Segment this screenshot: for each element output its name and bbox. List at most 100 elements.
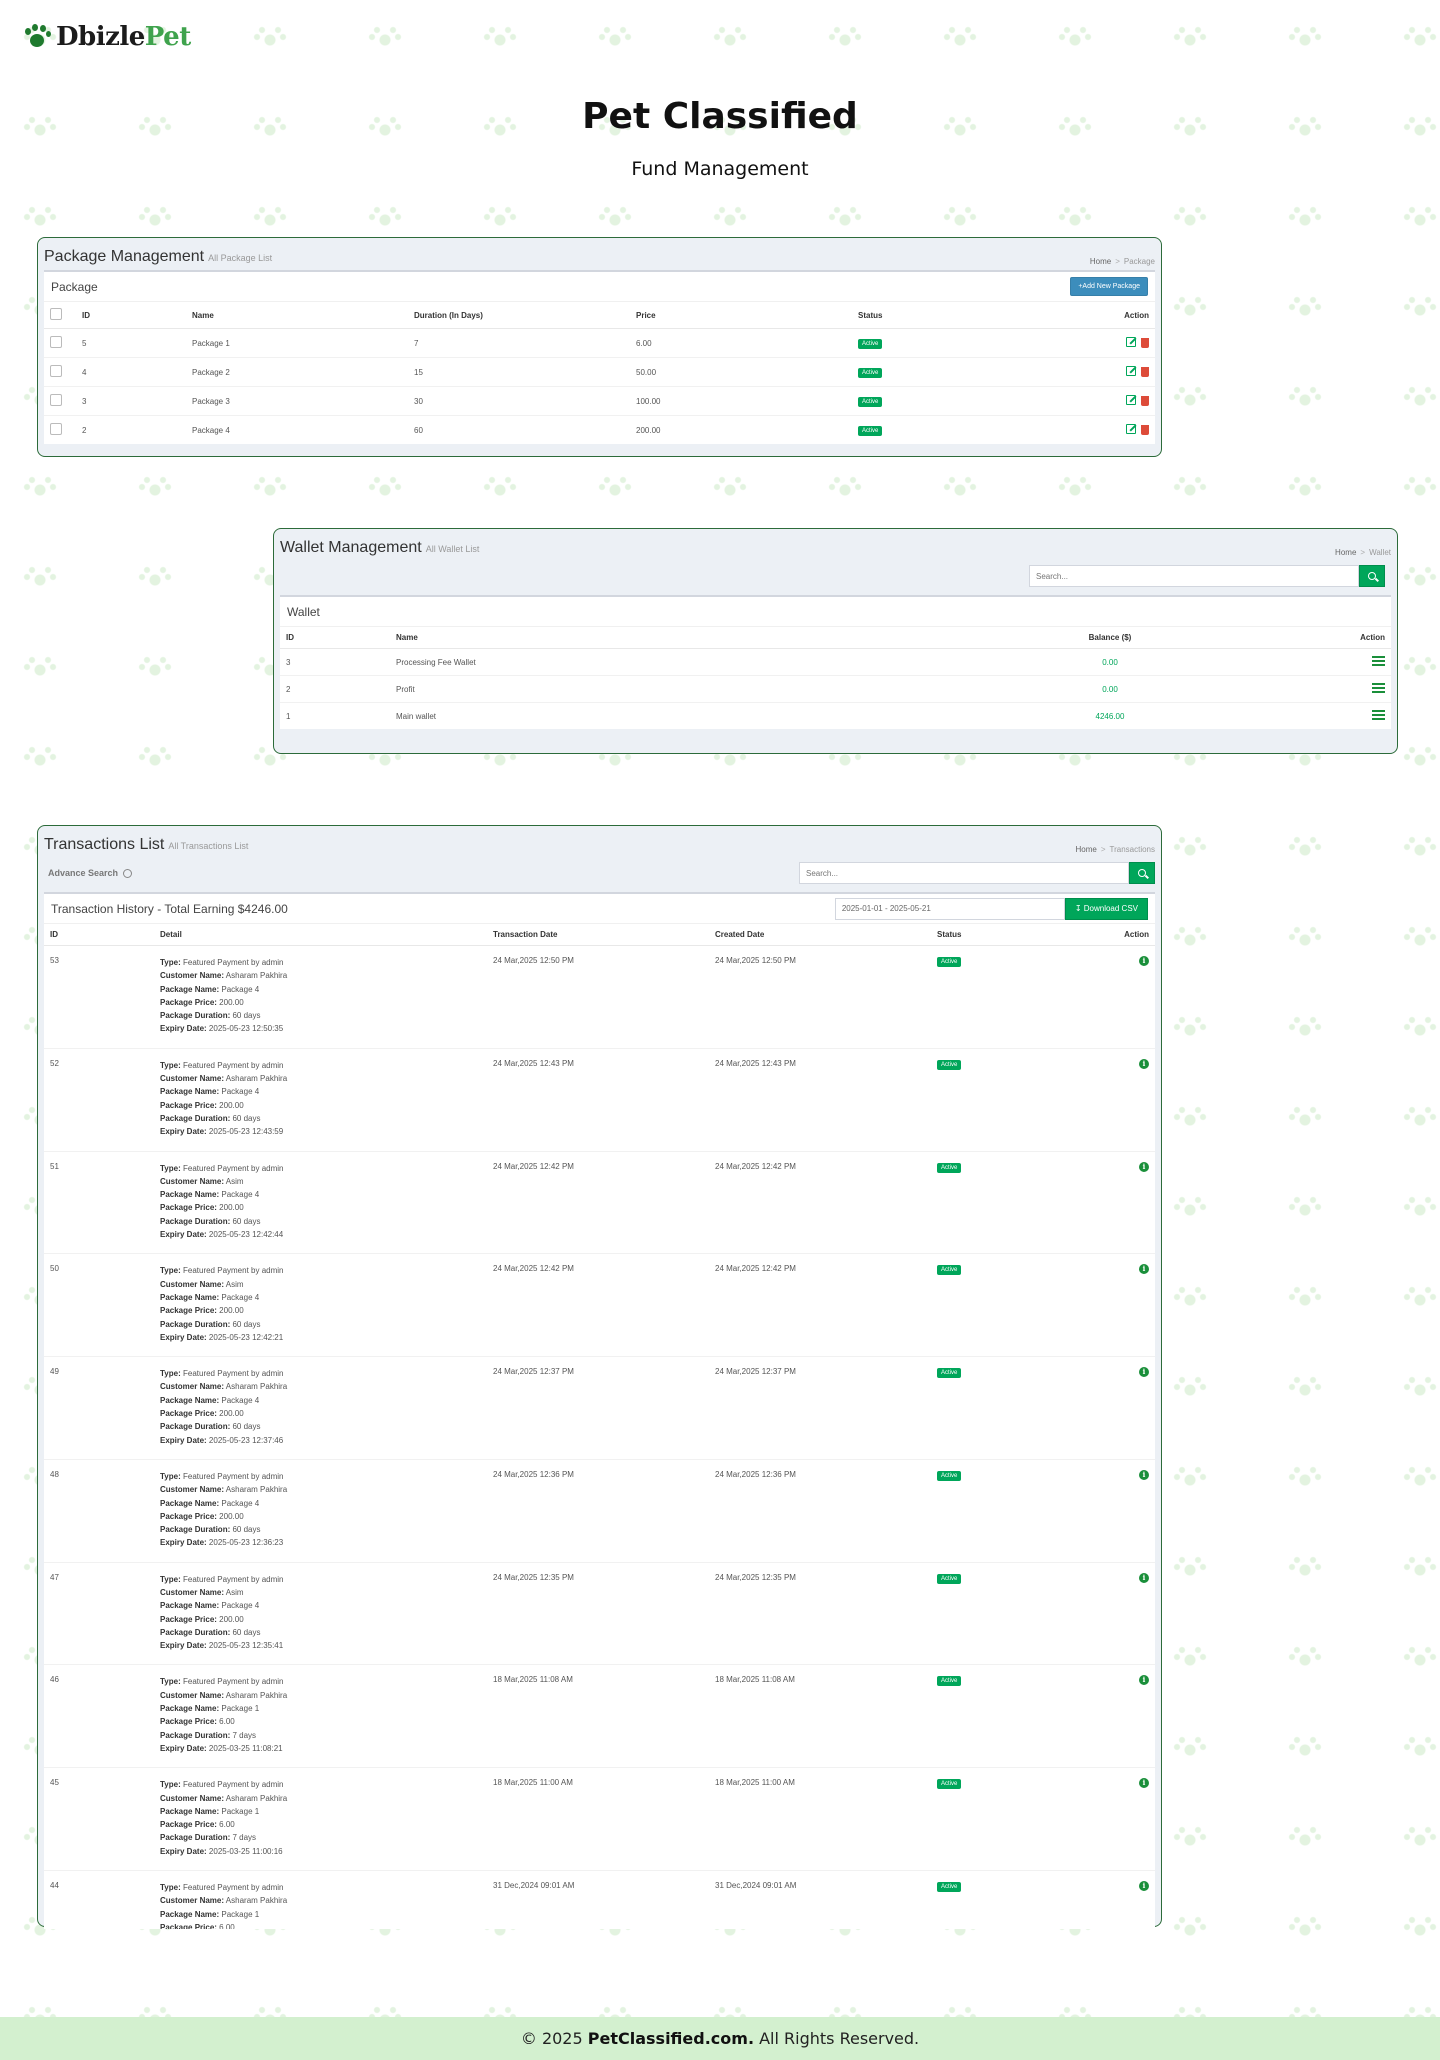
col-balance[interactable]: Balance ($) <box>1010 627 1210 649</box>
detail-pkg_name: Package Name: Package 4 <box>160 1291 481 1304</box>
download-csv-button[interactable]: ↧ Download CSV <box>1064 897 1148 920</box>
footer-site-link[interactable]: PetClassified.com. <box>588 2029 754 2048</box>
col-name[interactable]: Name <box>186 302 408 329</box>
add-new-package-button[interactable]: +Add New Package <box>1070 277 1148 296</box>
wallet-search-input[interactable] <box>1029 565 1359 587</box>
detail-label: Package Duration: <box>160 1422 231 1432</box>
table-row: 53 Type: Featured Payment by admin Custome… <box>44 945 1155 1049</box>
col-id[interactable]: ID <box>76 302 186 329</box>
edit-icon[interactable] <box>1126 366 1136 376</box>
detail-pkg_price: Package Price: 200.00 <box>160 1304 481 1317</box>
trash-icon[interactable] <box>1141 338 1149 348</box>
info-icon[interactable]: i <box>1139 1881 1149 1892</box>
cell-created-date: 24 Mar,2025 12:35 PM <box>709 1561 931 1665</box>
info-icon[interactable]: i <box>1139 1469 1149 1480</box>
breadcrumb-home[interactable]: Home <box>1335 548 1356 557</box>
breadcrumb-home[interactable]: Home <box>1090 257 1111 266</box>
breadcrumb: Home > Wallet <box>1335 548 1391 557</box>
cell-id: 46 <box>44 1664 154 1768</box>
row-checkbox[interactable] <box>50 336 62 348</box>
table-row: 2 Profit 0.00 <box>280 675 1391 703</box>
wallet-search-button[interactable] <box>1359 565 1385 587</box>
detail-label: Package Name: <box>160 1498 220 1508</box>
row-checkbox[interactable] <box>50 423 62 435</box>
cell-balance[interactable]: 0.00 <box>1010 675 1210 703</box>
info-icon[interactable]: i <box>1139 1058 1149 1069</box>
tx-search-button[interactable] <box>1129 862 1155 884</box>
info-icon[interactable]: i <box>1139 1572 1149 1583</box>
col-price[interactable]: Price <box>630 302 852 329</box>
cell-balance[interactable]: 4246.00 <box>1010 702 1210 729</box>
edit-icon[interactable] <box>1126 337 1136 347</box>
cell-created-date: 18 Mar,2025 11:08 AM <box>709 1664 931 1768</box>
tx-panel-title-text: Transactions List <box>44 836 165 853</box>
select-all-checkbox[interactable] <box>50 308 62 320</box>
advance-search-toggle[interactable]: Advance Search <box>48 868 133 878</box>
list-icon[interactable] <box>1372 683 1385 693</box>
tx-panel-header: Transactions List All Transactions List H… <box>44 832 1155 858</box>
info-icon[interactable]: i <box>1139 1778 1149 1789</box>
cell-detail: Type: Featured Payment by admin Customer … <box>154 1356 487 1460</box>
trash-icon[interactable] <box>1141 425 1149 435</box>
col-id[interactable]: ID <box>44 924 154 946</box>
detail-label: Type: <box>160 1883 181 1893</box>
breadcrumb: Home > Transactions <box>1075 845 1155 854</box>
cell-created-date: 31 Dec,2024 09:01 AM <box>709 1870 931 1929</box>
cell-status: Active <box>931 1047 1091 1152</box>
edit-icon[interactable] <box>1126 424 1136 434</box>
info-icon[interactable]: i <box>1139 1675 1149 1686</box>
detail-value: Asharam Pakhira <box>225 1382 288 1392</box>
info-icon[interactable]: i <box>1139 1367 1149 1378</box>
detail-value: 200.00 <box>219 1614 244 1624</box>
row-checkbox[interactable] <box>50 394 62 406</box>
tx-scroll-area[interactable]: ID Detail Transaction Date Created Date … <box>44 924 1155 1929</box>
cell-action: i <box>1091 1150 1155 1254</box>
logo-text-green: Pet <box>144 22 191 52</box>
tx-search-input[interactable] <box>799 862 1129 884</box>
detail-value: Featured Payment by admin <box>182 1369 284 1379</box>
trash-icon[interactable] <box>1141 367 1149 377</box>
cell-action <box>1210 648 1391 676</box>
paw-icon <box>22 22 52 52</box>
detail-pkg_duration: Package Duration: 60 days <box>160 1215 481 1228</box>
col-created-date[interactable]: Created Date <box>709 924 931 946</box>
detail-label: Package Duration: <box>160 1627 231 1637</box>
list-icon[interactable] <box>1372 656 1385 666</box>
package-panel-title: Package Management All Package List <box>44 248 272 266</box>
breadcrumb-home[interactable]: Home <box>1075 845 1096 854</box>
col-status[interactable]: Status <box>931 924 1091 946</box>
col-id[interactable]: ID <box>280 627 390 649</box>
cell-balance[interactable]: 0.00 <box>1010 648 1210 676</box>
cell-status: Active <box>931 1458 1091 1563</box>
edit-icon[interactable] <box>1126 395 1136 405</box>
cell-created-date: 24 Mar,2025 12:50 PM <box>709 945 931 1049</box>
cell-id: 53 <box>44 945 154 1049</box>
info-icon[interactable]: i <box>1139 1161 1149 1172</box>
list-icon[interactable] <box>1372 710 1385 720</box>
table-row: 50 Type: Featured Payment by admin Custome… <box>44 1253 1155 1357</box>
col-detail[interactable]: Detail <box>154 924 487 946</box>
trash-icon[interactable] <box>1141 396 1149 406</box>
detail-value: 200.00 <box>219 1306 244 1316</box>
col-duration[interactable]: Duration (In Days) <box>408 302 630 329</box>
detail-pkg_name: Package Name: Package 1 <box>160 1908 481 1921</box>
tx-table: ID Detail Transaction Date Created Date … <box>44 924 1155 1929</box>
col-status[interactable]: Status <box>852 302 1052 329</box>
cell-action: i <box>1091 1458 1155 1563</box>
info-icon[interactable]: i <box>1139 956 1149 966</box>
status-badge: Active <box>937 1059 962 1070</box>
row-checkbox[interactable] <box>50 365 62 377</box>
cell-created-date: 18 Mar,2025 11:00 AM <box>709 1767 931 1871</box>
info-icon[interactable]: i <box>1139 1264 1149 1275</box>
brand-logo[interactable]: DbizlePet <box>22 22 191 52</box>
col-name[interactable]: Name <box>390 627 1010 649</box>
status-badge: Active <box>937 1573 962 1584</box>
cell-status: Active <box>931 1870 1091 1929</box>
detail-label: Package Price: <box>160 1717 217 1727</box>
search-icon <box>1368 572 1376 580</box>
date-range-picker[interactable]: 2025-01-01 - 2025-05-21 <box>834 897 1065 920</box>
col-transaction-date[interactable]: Transaction Date <box>487 924 709 946</box>
detail-value: Featured Payment by admin <box>182 1677 284 1687</box>
detail-type: Type: Featured Payment by admin <box>160 1367 481 1380</box>
detail-label: Type: <box>160 1471 181 1481</box>
